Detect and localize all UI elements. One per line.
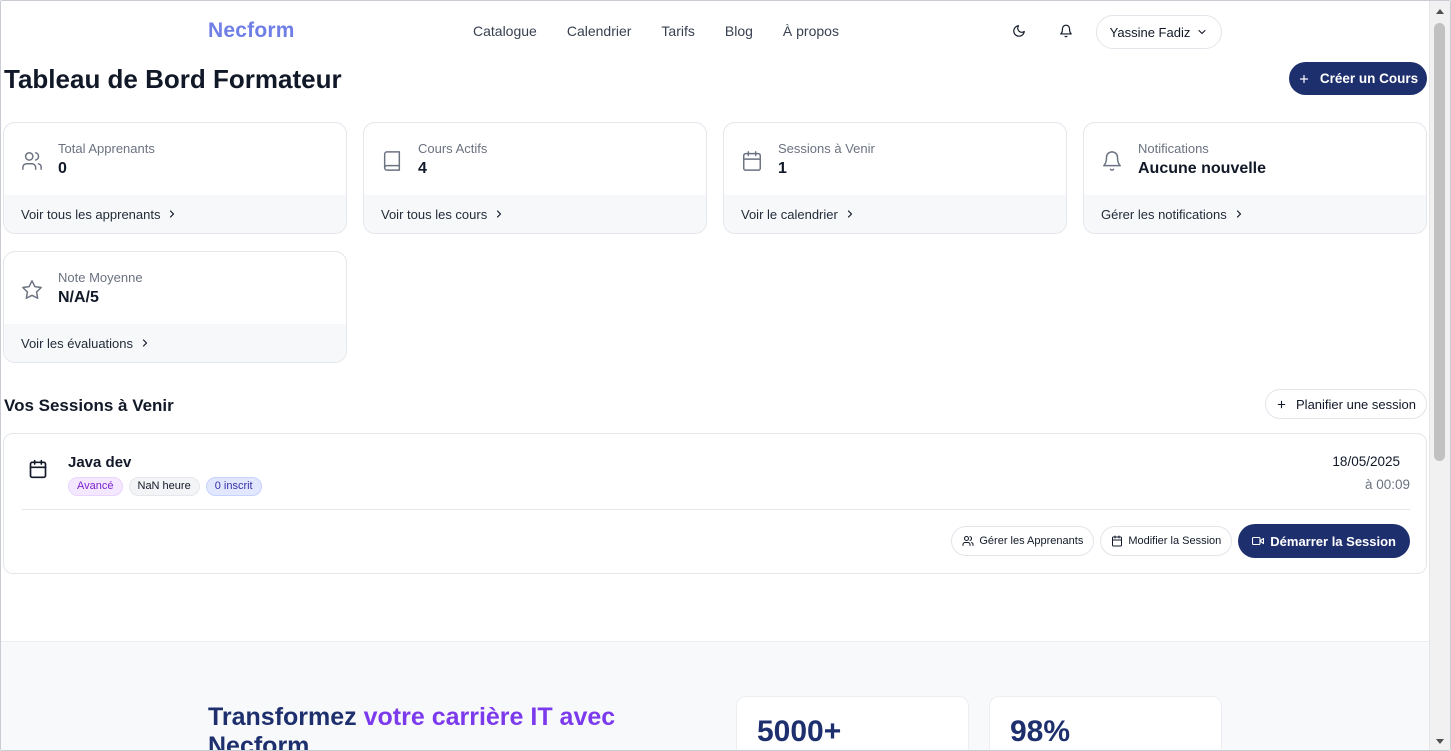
nav-link-calendrier[interactable]: Calendrier	[567, 23, 632, 39]
enrolled-badge: 0 inscrit	[205, 477, 262, 496]
chevron-right-icon	[1236, 210, 1241, 218]
view-all-courses-link[interactable]: Voir tous les cours	[364, 195, 706, 233]
view-all-learners-link[interactable]: Voir tous les apprenants	[4, 195, 346, 233]
stat-label: Note Moyenne	[58, 270, 143, 285]
scrollbar-thumb[interactable]	[1434, 23, 1445, 461]
session-name: Java dev	[68, 454, 132, 471]
plus-icon	[1277, 400, 1286, 408]
session-badges: Avancé NaN heure 0 inscrit	[68, 477, 262, 496]
bell-icon	[1103, 151, 1121, 171]
user-name: Yassine Fadiz	[1109, 24, 1191, 40]
manage-learners-label: Gérer les Apprenants	[979, 535, 1084, 547]
hero-stat-number: 98%	[1010, 715, 1071, 748]
users-icon	[22, 152, 42, 170]
scroll-down-arrow-icon[interactable]	[1436, 739, 1444, 744]
bell-icon	[1060, 24, 1072, 38]
video-icon	[1252, 536, 1265, 546]
moon-icon	[1013, 25, 1025, 37]
notifications-button[interactable]	[1056, 21, 1076, 41]
session-actions: Gérer les Apprenants Modifier la Session…	[951, 524, 1410, 558]
view-calendar-link[interactable]: Voir le calendrier	[724, 195, 1066, 233]
chevron-down-icon	[1198, 29, 1206, 35]
edit-session-label: Modifier la Session	[1128, 535, 1222, 547]
stat-label: Total Apprenants	[58, 141, 155, 156]
stat-card-cours: Cours Actifs 4 Voir tous les cours	[363, 122, 707, 234]
app-window: Necform Catalogue Calendrier Tarifs Blog…	[0, 0, 1451, 751]
chevron-right-icon	[847, 210, 852, 218]
page-title: Tableau de Bord Formateur	[4, 64, 342, 94]
stat-card-apprenants: Total Apprenants 0 Voir tous les apprena…	[3, 122, 347, 234]
stat-value: Aucune nouvelle	[1138, 160, 1267, 177]
nav-link-catalogue[interactable]: Catalogue	[473, 23, 537, 39]
stat-label: Sessions à Venir	[778, 141, 875, 156]
stat-link-label: Voir les évaluations	[21, 335, 134, 351]
vertical-scrollbar[interactable]	[1429, 1, 1450, 750]
calendar-icon	[29, 459, 47, 479]
stat-link-label: Voir le calendrier	[741, 206, 838, 222]
stat-card-rating: Note Moyenne N/A/5 Voir les évaluations	[3, 251, 347, 363]
stat-link-label: Gérer les notifications	[1101, 206, 1227, 222]
start-session-button[interactable]: Démarrer la Session	[1238, 524, 1410, 558]
duration-badge: NaN heure	[128, 477, 200, 496]
stat-value: N/A/5	[58, 289, 99, 306]
hero-stat-number: 5000+	[757, 715, 842, 748]
level-badge: Avancé	[68, 477, 123, 496]
nav-link-blog[interactable]: Blog	[725, 23, 753, 39]
stat-label: Notifications	[1138, 141, 1209, 156]
stat-value: 4	[418, 160, 427, 177]
user-menu-button[interactable]: Yassine Fadiz	[1096, 15, 1222, 49]
chevron-right-icon	[497, 210, 502, 218]
chevron-right-icon	[170, 210, 175, 218]
manage-learners-button[interactable]: Gérer les Apprenants	[951, 526, 1095, 556]
create-course-button[interactable]: Créer un Cours	[1289, 62, 1427, 95]
divider	[22, 509, 1410, 510]
session-card: Java dev Avancé NaN heure 0 inscrit 18/0…	[3, 433, 1427, 574]
calendar-icon	[1112, 535, 1123, 547]
plan-session-label: Planifier une session	[1296, 396, 1416, 412]
stat-value: 0	[58, 160, 67, 177]
manage-notifications-link[interactable]: Gérer les notifications	[1084, 195, 1426, 233]
nav-link-a-propos[interactable]: À propos	[783, 23, 839, 39]
calendar-icon	[743, 151, 761, 171]
start-session-label: Démarrer la Session	[1270, 533, 1396, 549]
main-nav: Catalogue Calendrier Tarifs Blog À propo…	[473, 23, 869, 39]
book-icon	[383, 151, 401, 171]
session-time: à 00:09	[1364, 477, 1410, 492]
stat-card-notifications: Notifications Aucune nouvelle Gérer les …	[1083, 122, 1427, 234]
sessions-section-title: Vos Sessions à Venir	[4, 396, 174, 415]
stat-link-label: Voir tous les cours	[381, 206, 488, 222]
hero-text-part2: votre carrière IT avec	[363, 703, 616, 731]
footer-hero-section: Transformez votre carrière IT avec Necfor…	[1, 641, 1429, 751]
top-navbar: Necform Catalogue Calendrier Tarifs Blog…	[1, 1, 1429, 61]
star-icon	[22, 280, 42, 299]
stat-link-label: Voir tous les apprenants	[21, 206, 161, 222]
session-date: 18/05/2025	[1332, 454, 1400, 469]
create-course-label: Créer un Cours	[1319, 71, 1419, 86]
chevron-right-icon	[142, 339, 148, 347]
view-ratings-link[interactable]: Voir les évaluations	[4, 324, 346, 362]
theme-toggle-button[interactable]	[1009, 21, 1029, 41]
stat-value: 1	[778, 160, 787, 177]
hero-stat-box: 5000+	[736, 696, 969, 750]
users-icon	[962, 536, 974, 546]
logo[interactable]: Necform	[208, 19, 295, 43]
hero-heading: Transformez votre carrière IT avec Necfor…	[208, 703, 688, 751]
stat-label: Cours Actifs	[418, 141, 488, 156]
hero-text-part1: Transformez	[208, 703, 364, 731]
plan-session-button[interactable]: Planifier une session	[1265, 389, 1427, 419]
plus-icon	[1299, 74, 1308, 83]
edit-session-button[interactable]: Modifier la Session	[1100, 526, 1233, 556]
stat-card-sessions: Sessions à Venir 1 Voir le calendrier	[723, 122, 1067, 234]
nav-link-tarifs[interactable]: Tarifs	[661, 23, 694, 39]
scroll-up-arrow-icon[interactable]	[1436, 9, 1444, 14]
hero-text-part3: Necform	[208, 732, 310, 751]
hero-stat-box: 98%	[989, 696, 1222, 750]
